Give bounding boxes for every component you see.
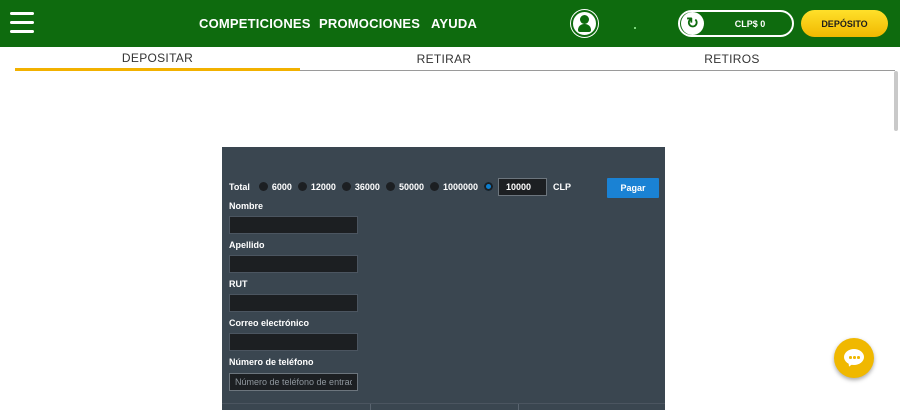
surname-field[interactable] bbox=[229, 255, 358, 273]
amount-option[interactable]: 50000 bbox=[385, 181, 424, 192]
amount-option[interactable]: 12000 bbox=[297, 181, 336, 192]
deposit-button[interactable]: DEPÓSITO bbox=[801, 10, 888, 37]
rut-label: RUT bbox=[229, 279, 248, 289]
rut-field[interactable] bbox=[229, 294, 358, 312]
nav-promociones[interactable]: PROMOCIONES bbox=[319, 0, 420, 47]
phone-field[interactable] bbox=[229, 373, 358, 391]
amount-option[interactable]: 1000000 bbox=[429, 181, 479, 192]
amount-label: 50000 bbox=[398, 181, 424, 192]
separator-dot bbox=[634, 27, 636, 29]
payment-tabs: DEPOSITAR RETIRAR RETIROS bbox=[15, 47, 895, 71]
radio-icon[interactable] bbox=[385, 182, 395, 191]
amount-option[interactable]: 36000 bbox=[341, 181, 380, 192]
email-field[interactable] bbox=[229, 333, 358, 351]
radio-icon[interactable] bbox=[258, 182, 268, 191]
radio-icon[interactable] bbox=[297, 182, 307, 191]
surname-label: Apellido bbox=[229, 240, 265, 250]
amount-option[interactable]: 6000 bbox=[258, 181, 292, 192]
phone-label: Número de teléfono bbox=[229, 357, 314, 367]
page-scrollbar[interactable] bbox=[894, 71, 898, 131]
panel-footer bbox=[222, 403, 665, 410]
name-field[interactable] bbox=[229, 216, 358, 234]
amount-label: 1000000 bbox=[442, 181, 479, 192]
total-label: Total bbox=[229, 181, 250, 192]
tab-depositar[interactable]: DEPOSITAR bbox=[15, 47, 300, 71]
refresh-icon[interactable]: ↻ bbox=[681, 12, 704, 35]
tab-retiros[interactable]: RETIROS bbox=[588, 47, 876, 70]
amount-selector: Total 6000 12000 36000 50000 1000000 100… bbox=[229, 177, 572, 196]
radio-icon[interactable] bbox=[429, 182, 439, 191]
nav-ayuda[interactable]: AYUDA bbox=[431, 0, 477, 47]
currency-label: CLP bbox=[553, 181, 572, 192]
radio-selected-icon[interactable] bbox=[484, 182, 494, 191]
amount-label: 36000 bbox=[354, 181, 380, 192]
deposit-page: COMPETICIONES PROMOCIONES AYUDA ↻ CLP$ 0… bbox=[0, 0, 900, 410]
tab-retirar[interactable]: RETIRAR bbox=[300, 47, 588, 70]
email-label: Correo electrónico bbox=[229, 318, 310, 328]
name-label: Nombre bbox=[229, 201, 264, 211]
chat-button[interactable] bbox=[834, 338, 874, 378]
menu-icon[interactable] bbox=[10, 12, 34, 34]
chat-icon[interactable] bbox=[844, 349, 864, 365]
custom-amount-input[interactable] bbox=[498, 177, 548, 196]
pay-button[interactable]: Pagar bbox=[607, 178, 659, 198]
top-bar: COMPETICIONES PROMOCIONES AYUDA ↻ CLP$ 0… bbox=[0, 0, 900, 47]
amount-label: 12000 bbox=[310, 181, 336, 192]
nav-competiciones[interactable]: COMPETICIONES bbox=[199, 0, 311, 47]
deposit-form: Total 6000 12000 36000 50000 1000000 100… bbox=[222, 147, 665, 410]
balance-pill[interactable]: ↻ CLP$ 0 bbox=[678, 10, 794, 37]
custom-amount-option[interactable] bbox=[484, 177, 548, 196]
amount-label: 6000 bbox=[271, 181, 292, 192]
brand-logo-icon[interactable] bbox=[571, 10, 598, 37]
balance-amount: CLP$ 0 bbox=[734, 18, 766, 29]
radio-icon[interactable] bbox=[341, 182, 351, 191]
